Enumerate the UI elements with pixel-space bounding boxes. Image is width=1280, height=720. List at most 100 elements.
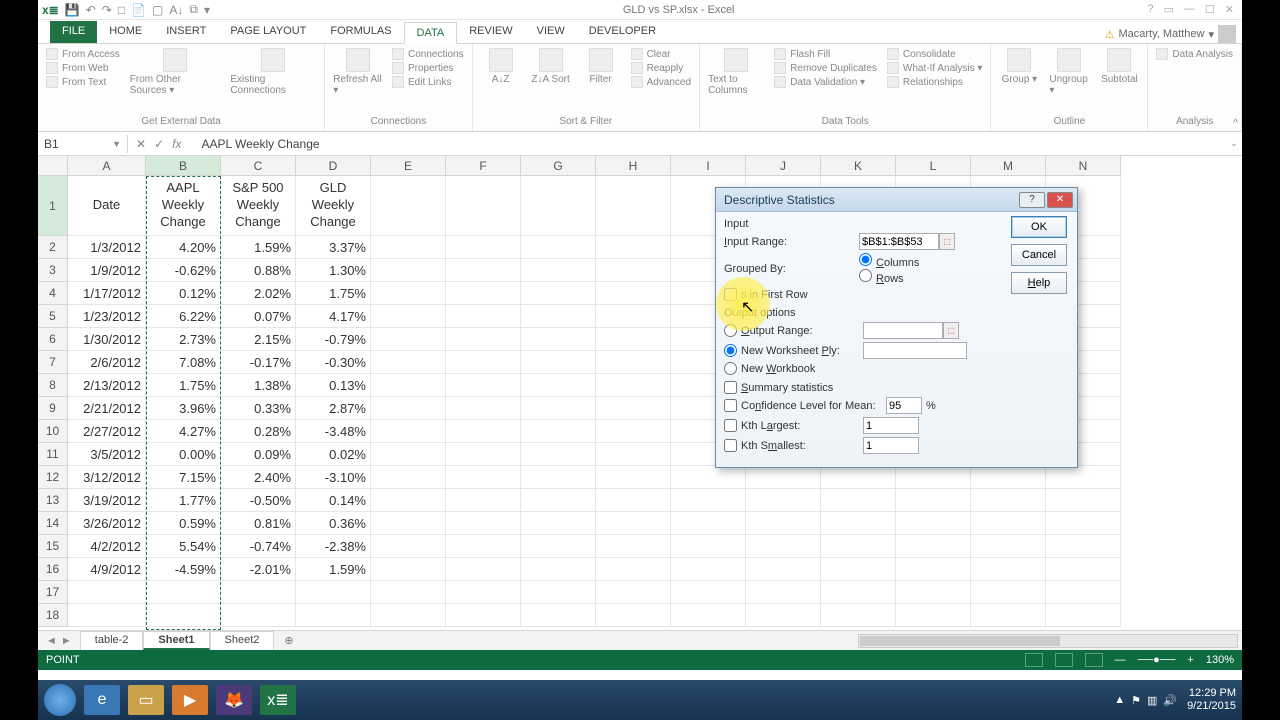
- view-layout-icon[interactable]: [1055, 653, 1073, 667]
- cell[interactable]: [596, 236, 671, 259]
- cell[interactable]: -4.59%: [146, 558, 221, 581]
- view-break-icon[interactable]: [1085, 653, 1103, 667]
- tab-developer[interactable]: DEVELOPER: [577, 21, 668, 43]
- cell[interactable]: [671, 512, 746, 535]
- cell[interactable]: [896, 604, 971, 627]
- ribbon-cmd[interactable]: A↓Z: [481, 48, 521, 85]
- cell[interactable]: [821, 512, 896, 535]
- cell[interactable]: -0.62%: [146, 259, 221, 282]
- ribbon-cmd[interactable]: Ungroup ▾: [1049, 48, 1089, 96]
- cell-header[interactable]: AAPL Weekly Change: [146, 176, 221, 236]
- zoom-level[interactable]: 130%: [1206, 654, 1234, 666]
- dialog-close-icon[interactable]: ✕: [1047, 192, 1073, 208]
- cell[interactable]: [671, 466, 746, 489]
- cell[interactable]: [521, 305, 596, 328]
- cell[interactable]: [596, 604, 671, 627]
- ribbon-cmd[interactable]: Reapply: [631, 62, 691, 74]
- cell[interactable]: [296, 604, 371, 627]
- cell[interactable]: 5.54%: [146, 535, 221, 558]
- cell[interactable]: [596, 420, 671, 443]
- cell[interactable]: [371, 443, 446, 466]
- cell[interactable]: [446, 374, 521, 397]
- cell[interactable]: [596, 512, 671, 535]
- row-header[interactable]: 13: [38, 489, 68, 512]
- tab-file[interactable]: FILE: [50, 21, 97, 43]
- cell[interactable]: [521, 535, 596, 558]
- cell[interactable]: 2.40%: [221, 466, 296, 489]
- zoom-in-icon[interactable]: +: [1187, 654, 1193, 666]
- help-icon[interactable]: ?: [1147, 3, 1153, 16]
- cell[interactable]: [371, 176, 446, 236]
- tab-insert[interactable]: INSERT: [154, 21, 218, 43]
- cell[interactable]: [68, 604, 146, 627]
- cell[interactable]: 1.59%: [296, 558, 371, 581]
- new-worksheet-radio[interactable]: [724, 344, 737, 357]
- labels-first-row-check[interactable]: [724, 288, 737, 301]
- output-range-field[interactable]: [863, 322, 943, 339]
- cell[interactable]: [896, 489, 971, 512]
- cell-header[interactable]: Date: [68, 176, 146, 236]
- cell[interactable]: [1046, 512, 1121, 535]
- cell[interactable]: [1046, 489, 1121, 512]
- cell[interactable]: [821, 604, 896, 627]
- cell[interactable]: [521, 512, 596, 535]
- qat-icon2[interactable]: ⧉: [189, 2, 198, 17]
- tab-review[interactable]: REVIEW: [457, 21, 524, 43]
- cell[interactable]: [521, 604, 596, 627]
- cell[interactable]: [671, 604, 746, 627]
- cell[interactable]: -0.17%: [221, 351, 296, 374]
- cell[interactable]: [896, 581, 971, 604]
- cell[interactable]: 3.96%: [146, 397, 221, 420]
- cell[interactable]: [971, 466, 1046, 489]
- qat-icon[interactable]: ▢: [152, 3, 163, 17]
- open-icon[interactable]: 📄: [131, 3, 146, 17]
- cell[interactable]: [68, 581, 146, 604]
- cell[interactable]: [371, 351, 446, 374]
- start-button[interactable]: [44, 684, 76, 716]
- row-header[interactable]: 8: [38, 374, 68, 397]
- ribbon-cmd[interactable]: Relationships: [887, 76, 983, 88]
- cell[interactable]: [1046, 558, 1121, 581]
- cell[interactable]: -3.10%: [296, 466, 371, 489]
- cell[interactable]: [446, 305, 521, 328]
- cell[interactable]: [371, 282, 446, 305]
- cell[interactable]: 0.81%: [221, 512, 296, 535]
- cell[interactable]: [446, 236, 521, 259]
- col-header-K[interactable]: K: [821, 156, 896, 176]
- cell[interactable]: [971, 558, 1046, 581]
- cancel-formula-icon[interactable]: ✕: [136, 137, 146, 151]
- cell[interactable]: 3/12/2012: [68, 466, 146, 489]
- cell[interactable]: -2.38%: [296, 535, 371, 558]
- row-header[interactable]: 14: [38, 512, 68, 535]
- cell[interactable]: [596, 305, 671, 328]
- new-icon[interactable]: □: [118, 3, 125, 17]
- cell[interactable]: [521, 443, 596, 466]
- cell[interactable]: 4.27%: [146, 420, 221, 443]
- cell[interactable]: 3.37%: [296, 236, 371, 259]
- cell[interactable]: -0.50%: [221, 489, 296, 512]
- cell[interactable]: [446, 328, 521, 351]
- cell[interactable]: [746, 604, 821, 627]
- cell[interactable]: 3/19/2012: [68, 489, 146, 512]
- range-select-icon-2[interactable]: ⬚: [943, 322, 959, 339]
- cell[interactable]: [746, 535, 821, 558]
- kth-largest-check[interactable]: [724, 419, 737, 432]
- cell[interactable]: [1046, 466, 1121, 489]
- cell[interactable]: [446, 535, 521, 558]
- cell[interactable]: [971, 581, 1046, 604]
- cell[interactable]: -2.01%: [221, 558, 296, 581]
- cell[interactable]: [746, 512, 821, 535]
- cell[interactable]: [446, 176, 521, 236]
- output-range-radio[interactable]: [724, 324, 737, 337]
- col-header-E[interactable]: E: [371, 156, 446, 176]
- cell[interactable]: 1/9/2012: [68, 259, 146, 282]
- row-header[interactable]: 4: [38, 282, 68, 305]
- ribbon-cmd[interactable]: Edit Links: [392, 76, 464, 88]
- cell[interactable]: 0.33%: [221, 397, 296, 420]
- col-header-B[interactable]: B: [146, 156, 221, 176]
- collapse-ribbon-icon[interactable]: ^: [1233, 118, 1238, 129]
- zoom-slider[interactable]: ──●──: [1138, 654, 1176, 666]
- cell[interactable]: [746, 581, 821, 604]
- explorer-icon[interactable]: ▭: [128, 685, 164, 715]
- cell[interactable]: [671, 558, 746, 581]
